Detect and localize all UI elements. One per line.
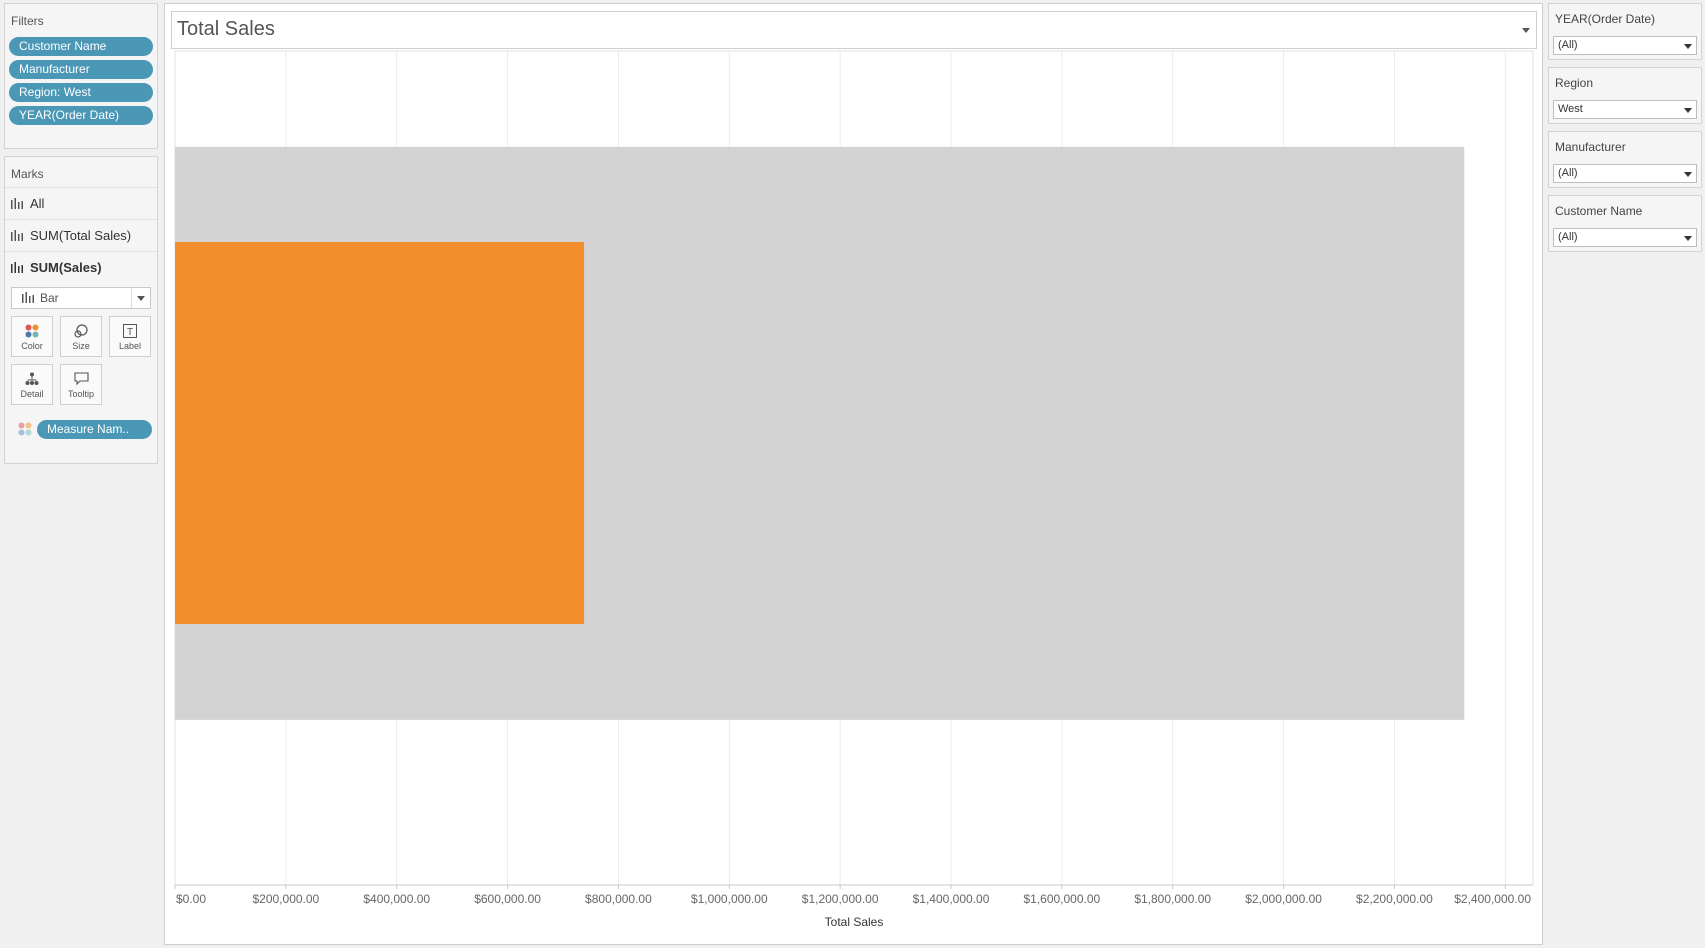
bar-chart-icon (11, 230, 23, 241)
chevron-down-icon[interactable] (1680, 165, 1696, 182)
marks-title: Marks (11, 167, 44, 181)
size-button[interactable]: Size (60, 316, 102, 357)
detail-icon (12, 369, 52, 389)
size-label: Size (72, 341, 90, 351)
marks-tab-all[interactable]: All (5, 187, 157, 219)
mark-type-value: Bar (40, 291, 59, 305)
color-label: Color (21, 341, 43, 351)
bar-sales (175, 241, 585, 624)
bar-chart-icon (11, 198, 23, 209)
x-tick-label: $1,000,000.00 (691, 892, 768, 906)
worksheet-view: Total Sales $0.00 $200,000.00 $400,000.00 $… (164, 3, 1543, 945)
bar-chart-icon (22, 292, 34, 303)
size-icon (61, 321, 101, 341)
x-tick-label: $2,000,000.00 (1245, 892, 1322, 906)
color-icon (12, 321, 52, 341)
marks-tab-total-sales[interactable]: SUM(Total Sales) (5, 219, 157, 251)
x-tick-label: $2,200,000.00 (1356, 892, 1433, 906)
marks-tab-label: SUM(Total Sales) (30, 228, 132, 243)
x-tick-label: $600,000.00 (474, 892, 541, 906)
x-tick-label: $1,800,000.00 (1134, 892, 1211, 906)
x-tick-label: $1,200,000.00 (802, 892, 879, 906)
tooltip-icon (61, 369, 101, 389)
marks-tab-label: All (30, 196, 45, 211)
tooltip-button[interactable]: Tooltip (60, 364, 102, 405)
quick-filter-label: YEAR(Order Date) (1555, 12, 1656, 26)
x-tick-label: $1,600,000.00 (1023, 892, 1100, 906)
marks-card: Marks All SUM(Total Sales) SUM(Sales) Ba… (4, 156, 158, 464)
mark-type-dropdown[interactable]: Bar (11, 287, 151, 309)
detail-label: Detail (20, 389, 44, 399)
filter-pill-region[interactable]: Region: West (9, 83, 153, 102)
label-icon: T (110, 321, 150, 341)
x-axis-title: Total Sales (825, 915, 884, 929)
marks-tab-label: SUM(Sales) (30, 260, 102, 275)
x-tick-label: $1,400,000.00 (913, 892, 990, 906)
filters-shelf: Filters Customer Name Manufacturer Regio… (4, 3, 158, 149)
quick-filter-manufacturer: Manufacturer (All) (1548, 131, 1702, 188)
filter-pill-customer-name[interactable]: Customer Name (9, 37, 153, 56)
chevron-down-icon[interactable] (1680, 101, 1696, 118)
x-tick-label: $200,000.00 (252, 892, 319, 906)
select-value: (All) (1558, 167, 1578, 179)
year-filter-select[interactable]: (All) (1553, 36, 1697, 55)
filters-title: Filters (11, 14, 44, 28)
x-tick-label: $2,400,000.00 (1454, 892, 1531, 906)
customer-name-filter-select[interactable]: (All) (1553, 228, 1697, 247)
filter-pill-manufacturer[interactable]: Manufacturer (9, 60, 153, 79)
color-icon (18, 422, 32, 436)
quick-filter-region: Region West (1548, 67, 1702, 124)
quick-filter-year: YEAR(Order Date) (All) (1548, 3, 1702, 60)
filter-pill-year[interactable]: YEAR(Order Date) (9, 106, 153, 125)
color-button[interactable]: Color (11, 316, 53, 357)
quick-filter-label: Region (1555, 76, 1594, 90)
tooltip-label: Tooltip (67, 389, 94, 399)
bar-chart-icon (11, 262, 23, 273)
bars (175, 146, 1465, 720)
chevron-down-icon[interactable] (131, 288, 150, 308)
marks-tab-sales[interactable]: SUM(Sales) (5, 251, 157, 283)
x-tick-label: $400,000.00 (363, 892, 430, 906)
select-value: (All) (1558, 231, 1578, 243)
label-label: Label (118, 341, 142, 351)
x-tick-label: $800,000.00 (585, 892, 652, 906)
chevron-down-icon[interactable] (1680, 229, 1696, 246)
svg-text:T: T (127, 327, 133, 338)
bar-chart: $0.00 $200,000.00 $400,000.00 $600,000.00 $8… (174, 50, 1534, 929)
label-button[interactable]: T Label (109, 316, 151, 357)
select-value: (All) (1558, 39, 1578, 51)
x-axis-ticks: $0.00 $200,000.00 $400,000.00 $600,000.00 $8… (174, 885, 1531, 906)
quick-filter-customer-name: Customer Name (All) (1548, 195, 1702, 252)
region-filter-select[interactable]: West (1553, 100, 1697, 119)
detail-button[interactable]: Detail (11, 364, 53, 405)
color-pill-measure-names[interactable]: Measure Nam.. (37, 420, 152, 439)
x-tick-label: $0.00 (176, 892, 206, 906)
chevron-down-icon[interactable] (1680, 37, 1696, 54)
quick-filter-label: Manufacturer (1555, 140, 1626, 154)
select-value: West (1558, 103, 1583, 115)
manufacturer-filter-select[interactable]: (All) (1553, 164, 1697, 183)
quick-filter-label: Customer Name (1555, 204, 1643, 218)
